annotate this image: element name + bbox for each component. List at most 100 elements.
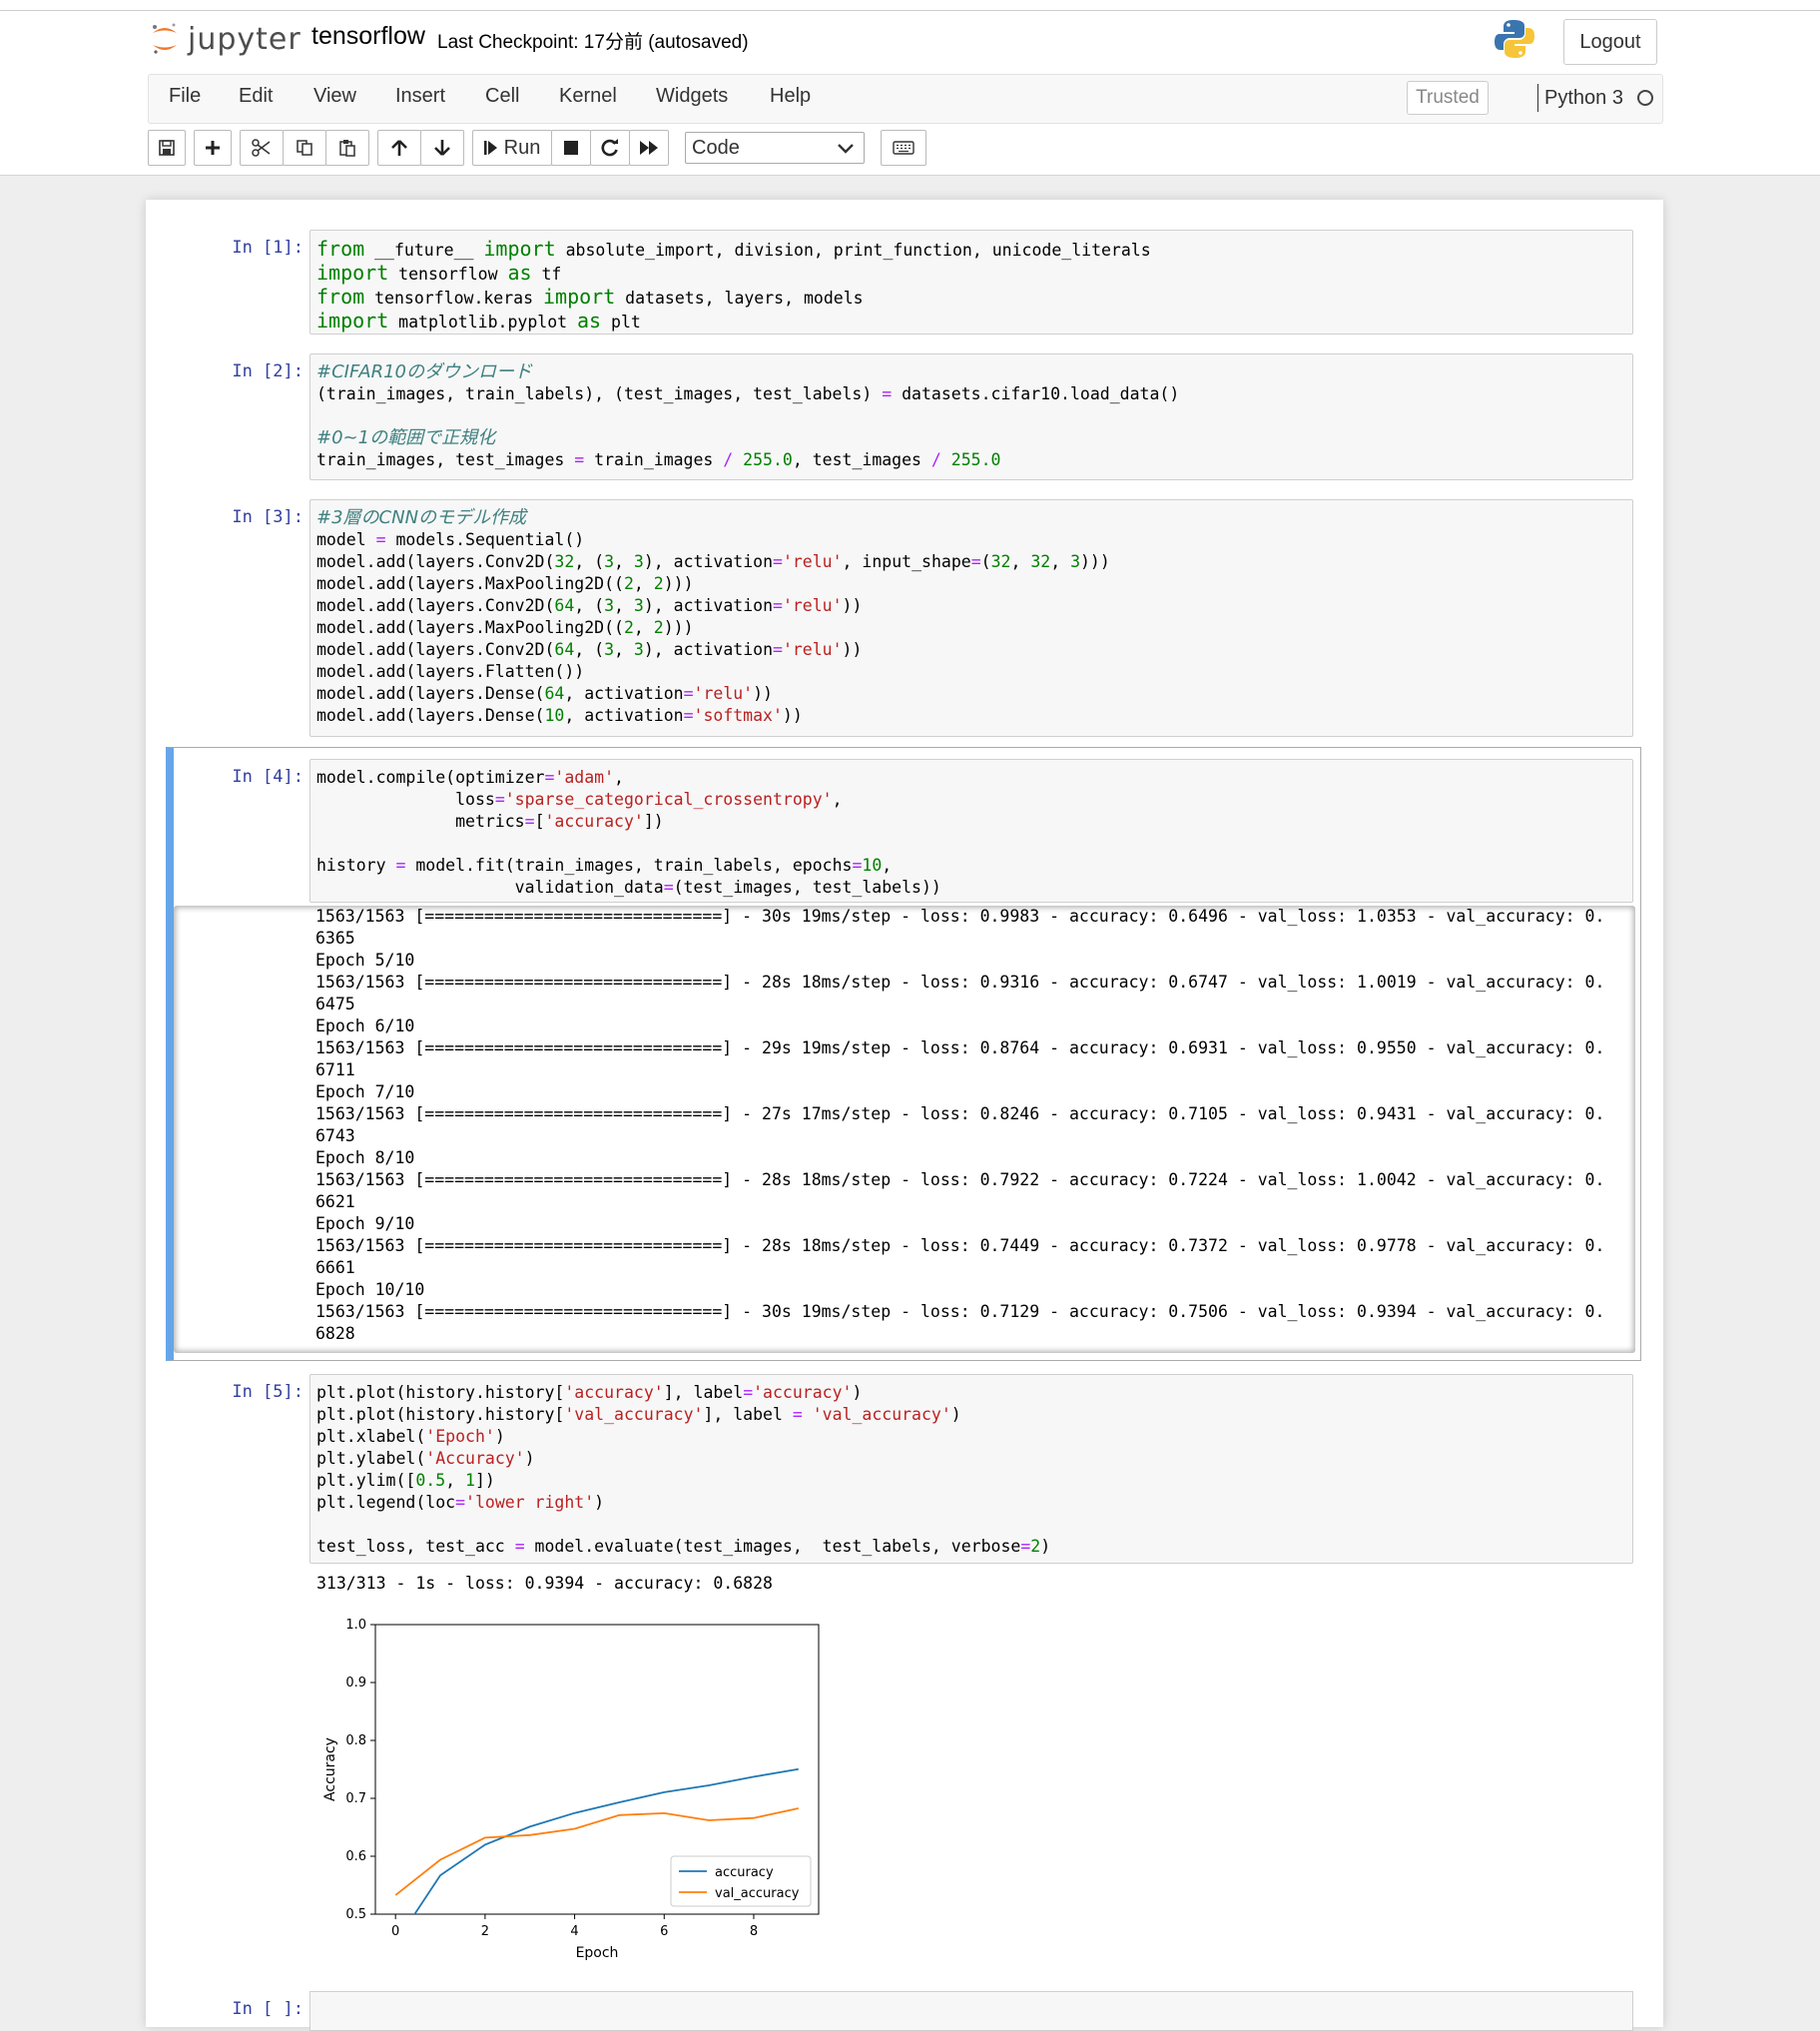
output-line: 6743 xyxy=(315,1126,355,1145)
plus-icon xyxy=(206,141,220,155)
chevron-down-icon xyxy=(838,144,854,154)
copy-icon xyxy=(297,140,312,156)
cell-4-output-scroll[interactable]: 1563/1563 [=============================… xyxy=(174,906,1635,1353)
legend-label: accuracy xyxy=(715,1865,774,1880)
y-tick-label: 0.6 xyxy=(345,1849,366,1864)
cell-6-prompt: In [ ]: xyxy=(232,1999,303,2019)
run-button[interactable]: Run xyxy=(472,130,552,166)
output-line: Epoch 9/10 xyxy=(315,1214,415,1233)
output-line: 6661 xyxy=(315,1258,355,1277)
cell-type-select[interactable]: Code xyxy=(685,132,865,164)
trusted-indicator[interactable]: Trusted xyxy=(1407,81,1489,115)
output-line: Epoch 6/10 xyxy=(315,1016,415,1035)
cell-1-input[interactable]: from __future__ import absolute_import, … xyxy=(309,230,1633,335)
x-tick-label: 6 xyxy=(660,1924,668,1939)
paste-icon xyxy=(339,140,355,157)
toolbar: Run Code xyxy=(148,130,1745,168)
output-line: 1563/1563 [=============================… xyxy=(315,1302,1605,1321)
accuracy-chart: 02468 0.50.60.70.80.91.0 Epoch Accuracy … xyxy=(322,1618,820,1961)
output-line: 1563/1563 [=============================… xyxy=(315,1236,1605,1255)
checkpoint-status: Last Checkpoint: 17分前 (autosaved) xyxy=(437,32,749,53)
cell-type-value: Code xyxy=(692,136,740,159)
kernel-name: Python 3 xyxy=(1544,86,1623,109)
chart-legend: accuracy val_accuracy xyxy=(670,1855,812,1907)
restart-icon xyxy=(601,139,618,157)
menu-help[interactable]: Help xyxy=(770,85,811,108)
cell-5-input[interactable]: plt.plot(history.history['accuracy'], la… xyxy=(309,1374,1633,1564)
cell-4-prompt: In [4]: xyxy=(232,767,303,787)
kernel-idle-icon xyxy=(1636,90,1653,106)
output-line: 1563/1563 [=============================… xyxy=(315,973,1605,992)
output-line: 6365 xyxy=(315,929,355,948)
cell-1-prompt: In [1]: xyxy=(232,238,303,258)
cell-3-code: #3層のCNNのモデル作成 model = models.Sequential(… xyxy=(316,507,1110,725)
step-forward-icon xyxy=(483,141,497,155)
notebook-header: jupyter tensorflow Last Checkpoint: 17分前… xyxy=(0,0,1820,176)
arrow-up-icon xyxy=(391,140,407,156)
stop-icon xyxy=(564,141,578,155)
menu-edit[interactable]: Edit xyxy=(239,85,273,108)
y-ticks: 0.5 0.6 0.7 0.8 0.9 1.0 xyxy=(345,1618,375,1922)
x-axis-label: Epoch xyxy=(576,1945,619,1961)
interrupt-button[interactable] xyxy=(551,130,591,166)
output-line: Epoch 8/10 xyxy=(315,1148,415,1167)
cell-4-input[interactable]: model.compile(optimizer='adam', loss='sp… xyxy=(309,759,1633,903)
cell-6-input[interactable] xyxy=(309,1991,1633,2031)
run-label: Run xyxy=(503,136,541,159)
menu-widgets[interactable]: Widgets xyxy=(656,85,728,108)
menu-file[interactable]: File xyxy=(169,85,201,108)
notebook-name[interactable]: tensorflow xyxy=(311,22,425,51)
y-tick-label: 0.8 xyxy=(345,1733,366,1748)
cell-2-input[interactable]: #CIFAR10のダウンロード (train_images, train_lab… xyxy=(309,353,1633,480)
output-line: Epoch 5/10 xyxy=(315,951,415,970)
output-line: 6621 xyxy=(315,1192,355,1211)
cell-3-prompt: In [3]: xyxy=(232,507,303,527)
y-tick-label: 0.5 xyxy=(345,1907,366,1922)
output-line: 1563/1563 [=============================… xyxy=(315,1170,1605,1189)
menu-insert[interactable]: Insert xyxy=(395,85,445,108)
y-tick-label: 1.0 xyxy=(345,1618,366,1633)
cell-3-input[interactable]: #3層のCNNのモデル作成 model = models.Sequential(… xyxy=(309,499,1633,737)
insert-cell-button[interactable] xyxy=(194,130,232,166)
save-icon xyxy=(159,140,175,156)
cell-5-code: plt.plot(history.history['accuracy'], la… xyxy=(316,1383,1051,1556)
keyboard-icon xyxy=(893,141,914,155)
menu-cell[interactable]: Cell xyxy=(485,85,519,108)
legend-label: val_accuracy xyxy=(715,1886,800,1901)
kernel-indicator[interactable]: Python 3 xyxy=(1537,84,1653,112)
output-line: Epoch 7/10 xyxy=(315,1082,415,1101)
output-line: 1563/1563 [=============================… xyxy=(315,1104,1605,1123)
x-tick-label: 8 xyxy=(750,1924,758,1939)
output-line: 1563/1563 [=============================… xyxy=(315,1038,1605,1057)
paste-button[interactable] xyxy=(325,130,369,166)
cut-button[interactable] xyxy=(240,130,284,166)
output-line: 6711 xyxy=(315,1060,355,1079)
cell-5-eval-output: 313/313 - 1s - loss: 0.9394 - accuracy: … xyxy=(316,1574,773,1593)
restart-button[interactable] xyxy=(590,130,630,166)
menu-view[interactable]: View xyxy=(313,85,356,108)
top-divider xyxy=(0,10,1820,11)
logout-button[interactable]: Logout xyxy=(1563,19,1657,65)
cell-1-code: from __future__ import absolute_import, … xyxy=(316,237,1151,333)
y-tick-label: 0.7 xyxy=(345,1791,366,1806)
restart-run-all-button[interactable] xyxy=(629,130,669,166)
menu-kernel[interactable]: Kernel xyxy=(559,85,617,108)
command-palette-button[interactable] xyxy=(881,130,926,166)
move-up-button[interactable] xyxy=(377,130,421,166)
cell-4-output: 1563/1563 [=============================… xyxy=(174,906,1635,1345)
save-button[interactable] xyxy=(148,130,186,166)
output-line: 6475 xyxy=(315,995,355,1014)
logo-wordmark: jupyter xyxy=(188,21,302,57)
cell-4-code: model.compile(optimizer='adam', loss='sp… xyxy=(316,768,941,897)
jupyter-logo[interactable]: jupyter xyxy=(150,20,302,58)
move-down-button[interactable] xyxy=(420,130,464,166)
output-line: Epoch 10/10 xyxy=(315,1280,425,1299)
scissors-icon xyxy=(252,139,271,157)
jupyter-logo-icon xyxy=(153,23,177,54)
python-logo-icon xyxy=(1495,20,1534,58)
copy-button[interactable] xyxy=(283,130,326,166)
x-ticks: 0 2 4 6 8 xyxy=(391,1914,758,1939)
output-line: 6828 xyxy=(315,1324,355,1343)
cell-2-code: #CIFAR10のダウンロード (train_images, train_lab… xyxy=(316,361,1180,469)
cell-5-prompt: In [5]: xyxy=(232,1382,303,1402)
